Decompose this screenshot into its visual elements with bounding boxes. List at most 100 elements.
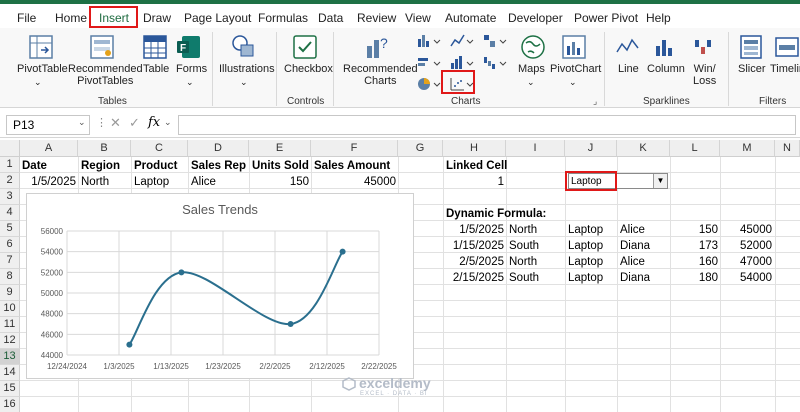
checkbox-button[interactable]: Checkbox (284, 63, 333, 75)
cell-j5[interactable]: Laptop (568, 222, 603, 238)
select-all-corner[interactable] (0, 140, 20, 157)
row-header-13[interactable]: 13 (0, 349, 20, 365)
column-header-g[interactable]: G (398, 140, 443, 157)
cell-l6[interactable]: 173 (670, 238, 718, 254)
cell-j8[interactable]: Laptop (568, 270, 603, 286)
pivotchart-chevron-icon[interactable]: ⌄ (569, 76, 577, 88)
row-header-8[interactable]: 8 (0, 269, 20, 285)
cell-m5[interactable]: 45000 (720, 222, 772, 238)
slicer-button[interactable]: Slicer (738, 63, 766, 75)
column-header-b[interactable]: B (78, 140, 131, 157)
pivottable-chevron-icon[interactable]: ⌄ (34, 76, 42, 88)
row-header-16[interactable]: 16 (0, 397, 20, 412)
cell-a1[interactable]: Date (22, 158, 47, 174)
column-header-a[interactable]: A (20, 140, 78, 157)
row-header-15[interactable]: 15 (0, 381, 20, 397)
formula-input[interactable] (178, 115, 796, 135)
hierarchy-chart-icon[interactable] (482, 33, 510, 49)
row-header-6[interactable]: 6 (0, 237, 20, 253)
fx-chevron-icon[interactable]: ⌄ (164, 117, 172, 128)
cell-k7[interactable]: Alice (620, 254, 645, 270)
cell-b2[interactable]: North (81, 174, 109, 190)
table-button[interactable]: Table (143, 63, 169, 75)
row-header-4[interactable]: 4 (0, 205, 20, 221)
row-header-5[interactable]: 5 (0, 221, 20, 237)
cell-h8[interactable]: 2/15/2025 (443, 270, 504, 286)
name-box-chevron-icon[interactable]: ⌄ (78, 117, 86, 128)
sparkline-winloss-button[interactable]: Win/Loss (693, 63, 716, 87)
row-header-14[interactable]: 14 (0, 365, 20, 381)
row-header-3[interactable]: 3 (0, 189, 20, 205)
dropdown-arrow-icon[interactable]: ▼ (653, 174, 667, 188)
cell-i6[interactable]: South (509, 238, 539, 254)
pie-chart-icon[interactable] (416, 76, 444, 92)
line-chart-icon[interactable] (449, 33, 477, 49)
menu-file[interactable]: File (17, 11, 36, 25)
cell-h6[interactable]: 1/15/2025 (443, 238, 504, 254)
column-header-n[interactable]: N (775, 140, 800, 157)
cell-m8[interactable]: 54000 (720, 270, 772, 286)
column-header-c[interactable]: C (131, 140, 188, 157)
insert-function-button[interactable]: fx (148, 115, 160, 130)
menu-developer[interactable]: Developer (508, 11, 563, 25)
cell-i5[interactable]: North (509, 222, 537, 238)
illustrations-chevron-icon[interactable]: ⌄ (240, 76, 248, 88)
cell-d2[interactable]: Alice (191, 174, 216, 190)
cell-l5[interactable]: 150 (670, 222, 718, 238)
menu-data[interactable]: Data (318, 11, 343, 25)
pivotchart-button[interactable]: PivotChart (550, 63, 601, 75)
row-header-12[interactable]: 12 (0, 333, 20, 349)
timeline-button[interactable]: Timeline (770, 63, 800, 75)
cell-i8[interactable]: South (509, 270, 539, 286)
sales-trends-chart[interactable]: Sales Trends 44000 46000 48000 50000 52000 540… (26, 193, 414, 379)
menu-view[interactable]: View (405, 11, 431, 25)
row-header-2[interactable]: 2 (0, 173, 20, 189)
cell-j7[interactable]: Laptop (568, 254, 603, 270)
cell-b1[interactable]: Region (81, 158, 120, 174)
menu-draw[interactable]: Draw (143, 11, 171, 25)
sparkline-line-button[interactable]: Line (618, 63, 639, 75)
menu-automate[interactable]: Automate (445, 11, 496, 25)
cell-f1[interactable]: Sales Amount (314, 158, 390, 174)
cell-m6[interactable]: 52000 (720, 238, 772, 254)
forms-chevron-icon[interactable]: ⌄ (186, 76, 194, 88)
recommended-charts-button[interactable]: Recommended Charts (343, 63, 418, 87)
cell-m7[interactable]: 47000 (720, 254, 772, 270)
column-header-f[interactable]: F (311, 140, 398, 157)
column-header-d[interactable]: D (188, 140, 249, 157)
column-header-j[interactable]: J (565, 140, 617, 157)
maps-chevron-icon[interactable]: ⌄ (527, 76, 535, 88)
menu-formulas[interactable]: Formulas (258, 11, 308, 25)
sparkline-column-button[interactable]: Column (647, 63, 685, 75)
cell-h2[interactable]: 1 (443, 174, 504, 190)
illustrations-button[interactable]: Illustrations (219, 63, 275, 75)
row-header-9[interactable]: 9 (0, 285, 20, 301)
cell-e2[interactable]: 150 (249, 174, 309, 190)
pivottable-button[interactable]: PivotTable (17, 63, 68, 75)
menu-help[interactable]: Help (646, 11, 671, 25)
column-header-l[interactable]: L (670, 140, 720, 157)
cell-l7[interactable]: 160 (670, 254, 718, 270)
row-header-11[interactable]: 11 (0, 317, 20, 333)
row-header-7[interactable]: 7 (0, 253, 20, 269)
row-header-1[interactable]: 1 (0, 157, 20, 173)
cell-l8[interactable]: 180 (670, 270, 718, 286)
waterfall-chart-icon[interactable] (482, 55, 510, 71)
forms-button[interactable]: Forms (176, 63, 207, 75)
cell-c2[interactable]: Laptop (134, 174, 169, 190)
cell-k6[interactable]: Diana (620, 238, 650, 254)
cell-k5[interactable]: Alice (620, 222, 645, 238)
column-header-i[interactable]: I (506, 140, 565, 157)
recommended-pivottables-button[interactable]: Recommended PivotTables (68, 63, 143, 87)
cell-h1[interactable]: Linked Cell (446, 158, 507, 174)
charts-dialog-launcher-icon[interactable]: ⌟ (593, 95, 597, 107)
cell-h5[interactable]: 1/5/2025 (443, 222, 504, 238)
cell-i7[interactable]: North (509, 254, 537, 270)
cell-f2[interactable]: 45000 (311, 174, 396, 190)
cell-d1[interactable]: Sales Rep (191, 158, 246, 174)
cell-j6[interactable]: Laptop (568, 238, 603, 254)
cancel-icon[interactable]: ✕ (110, 115, 121, 131)
enter-icon[interactable]: ✓ (129, 115, 140, 131)
maps-button[interactable]: Maps (518, 63, 545, 75)
row-header-10[interactable]: 10 (0, 301, 20, 317)
